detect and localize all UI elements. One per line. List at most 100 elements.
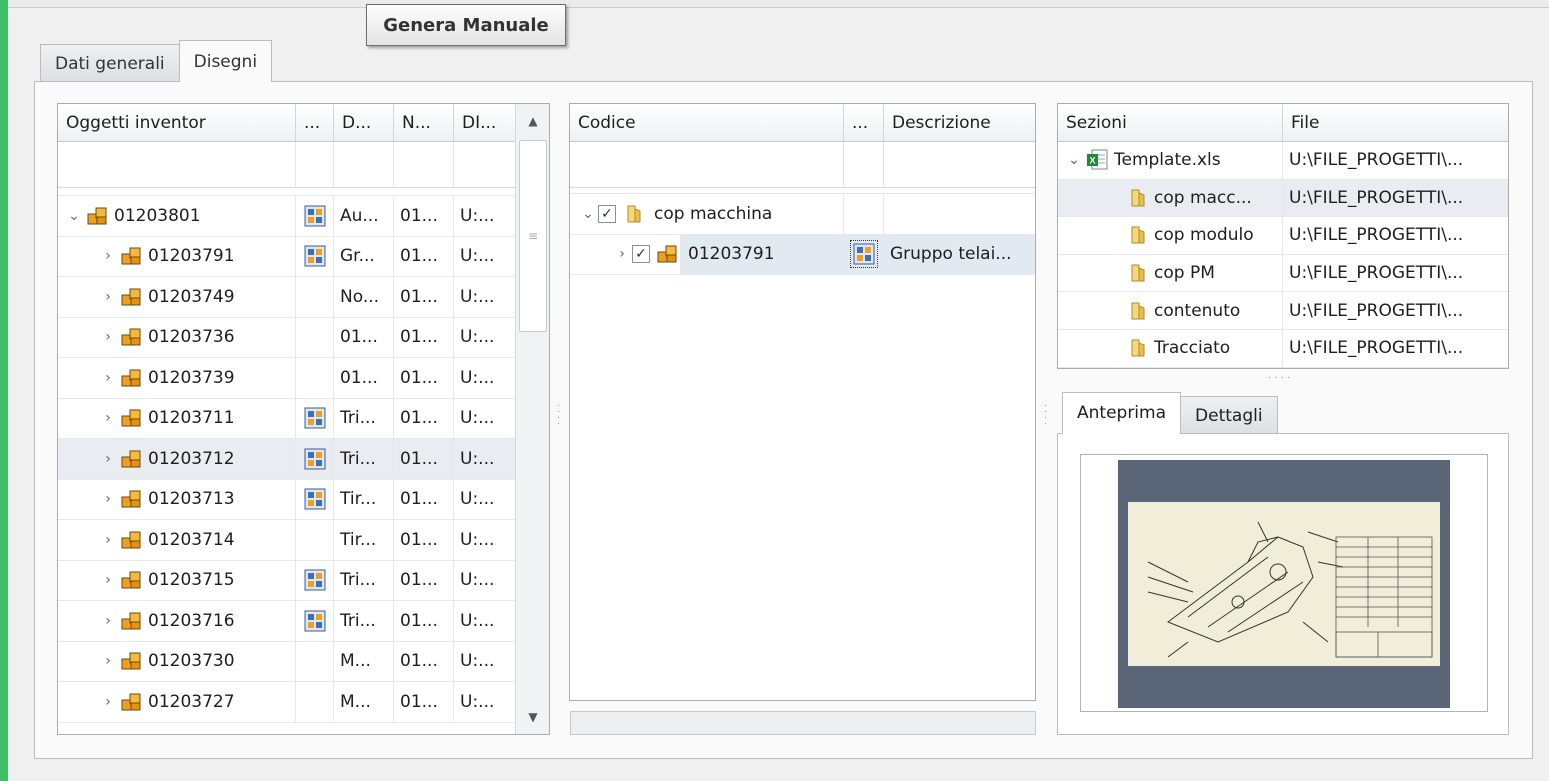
inventor-filter-row[interactable] xyxy=(58,142,517,188)
expand-chevron-icon[interactable]: › xyxy=(98,410,118,426)
table-row[interactable]: Tracciato U:\FILE_PROGETTI\... xyxy=(1058,329,1508,368)
tree-cell[interactable]: ⌄ 01203801 xyxy=(58,196,296,236)
tree-cell[interactable]: › 01203791 xyxy=(58,236,296,276)
col-di-short[interactable]: DI... xyxy=(454,104,517,141)
expand-chevron-icon[interactable]: › xyxy=(98,532,118,548)
inventor-grid-header: Oggetti inventor ... D... N... DI... xyxy=(58,104,517,142)
table-row[interactable]: ⌄ X Template.xls U:\FILE_PROGETTI\... xyxy=(1058,142,1508,180)
tree-cell[interactable]: › ✓ 01203791 xyxy=(570,234,844,274)
cell-d: No... xyxy=(334,277,394,317)
expand-chevron-icon[interactable]: › xyxy=(98,329,118,345)
splitter-right[interactable]: · · · · xyxy=(1044,402,1047,430)
table-row[interactable]: › 01203712 Tri... 01... U:... xyxy=(58,439,517,480)
tree-cell[interactable]: cop modulo xyxy=(1058,217,1283,254)
expand-chevron-icon[interactable]: › xyxy=(98,572,118,588)
tree-cell[interactable]: › 01203716 xyxy=(58,601,296,641)
tab-disegni[interactable]: Disegni xyxy=(178,40,273,82)
col-ellipsis[interactable]: ... xyxy=(296,104,334,141)
tree-cell[interactable]: › 01203715 xyxy=(58,560,296,600)
tab-dettagli[interactable]: Dettagli xyxy=(1180,396,1278,434)
table-row[interactable]: › 01203749 No... 01... U:... xyxy=(58,277,517,318)
table-row[interactable]: cop PM U:\FILE_PROGETTI\... xyxy=(1058,254,1508,293)
cell-di: U:... xyxy=(454,196,517,236)
tab-anteprima[interactable]: Anteprima xyxy=(1062,392,1182,434)
table-row[interactable]: › 01203730 M... 01... U:... xyxy=(58,641,517,682)
table-row[interactable]: › 01203714 Tir... 01... U:... xyxy=(58,520,517,561)
expand-chevron-icon[interactable]: ⌄ xyxy=(1064,152,1084,168)
tree-cell[interactable]: cop PM xyxy=(1058,254,1283,292)
inventor-vertical-scrollbar[interactable]: ▲ ≡ ▼ xyxy=(515,104,549,734)
expand-chevron-icon[interactable]: › xyxy=(612,246,632,262)
expand-chevron-icon[interactable]: › xyxy=(98,653,118,669)
tree-cell[interactable]: › 01203714 xyxy=(58,520,296,560)
table-row[interactable]: › 01203739 01... 01... U:... xyxy=(58,358,517,399)
col-codice-ellipsis[interactable]: ... xyxy=(844,104,884,141)
tree-cell[interactable]: › 01203749 xyxy=(58,277,296,317)
expand-chevron-icon[interactable]: › xyxy=(98,491,118,507)
tree-cell[interactable]: › 01203713 xyxy=(58,479,296,519)
splitter-horizontal[interactable]: · · · · xyxy=(1268,374,1290,384)
splitter-left[interactable]: · · · · xyxy=(557,402,560,430)
expand-chevron-icon[interactable]: › xyxy=(98,694,118,710)
codice-horizontal-scrollbar[interactable] xyxy=(570,711,1036,735)
drawing-icon xyxy=(302,486,328,512)
scroll-up-icon[interactable]: ▲ xyxy=(516,104,549,138)
expand-chevron-icon[interactable]: ⌄ xyxy=(578,206,598,222)
table-row[interactable]: contenuto U:\FILE_PROGETTI\... xyxy=(1058,292,1508,330)
table-row[interactable]: › 01203791 Gr... 01... U:... xyxy=(58,236,517,277)
assembly-icon xyxy=(84,203,110,229)
expand-chevron-icon[interactable]: › xyxy=(98,248,118,264)
row-checkbox[interactable]: ✓ xyxy=(632,245,650,264)
table-row[interactable]: ⌄ 01203801 Au... 01... U:... xyxy=(58,196,517,237)
tree-cell[interactable]: › 01203711 xyxy=(58,398,296,438)
table-row[interactable]: › 01203711 Tri... 01... U:... xyxy=(58,398,517,439)
object-code: 01203712 xyxy=(148,448,235,469)
assembly-icon xyxy=(118,324,144,350)
table-row[interactable]: › 01203713 Tir... 01... U:... xyxy=(58,479,517,520)
tree-cell[interactable]: › 01203727 xyxy=(58,682,296,722)
tab-dati-generali[interactable]: Dati generali xyxy=(40,44,180,82)
col-file[interactable]: File xyxy=(1283,104,1508,141)
tree-cell[interactable]: › 01203712 xyxy=(58,439,296,479)
row-checkbox[interactable]: ✓ xyxy=(598,204,616,223)
table-row[interactable]: › 01203727 M... 01... U:... xyxy=(58,682,517,723)
col-codice[interactable]: Codice xyxy=(570,104,844,141)
expand-chevron-icon[interactable]: › xyxy=(98,370,118,386)
table-row[interactable]: cop modulo U:\FILE_PROGETTI\... xyxy=(1058,217,1508,255)
tree-cell[interactable]: cop macc... xyxy=(1058,179,1283,217)
table-row[interactable]: ⌄ ✓ cop macchina xyxy=(570,194,1035,235)
expand-chevron-icon[interactable]: ⌄ xyxy=(64,208,84,224)
tree-cell[interactable]: contenuto xyxy=(1058,292,1283,329)
codice-filter-row[interactable] xyxy=(570,142,1035,188)
main-tabstrip: Dati generali Disegni xyxy=(40,40,273,82)
genera-manuale-tooltip: Genera Manuale xyxy=(366,4,566,46)
tree-cell[interactable]: ⌄ X Template.xls xyxy=(1058,142,1283,179)
tree-cell[interactable]: ⌄ ✓ cop macchina xyxy=(570,194,844,234)
object-code: 01203801 xyxy=(114,205,201,226)
col-sezioni[interactable]: Sezioni xyxy=(1058,104,1283,141)
drawing-icon xyxy=(302,243,328,269)
scroll-thumb[interactable]: ≡ xyxy=(519,140,547,332)
table-row[interactable]: › ✓ 01203791 Gruppo telai... xyxy=(570,234,1035,275)
expand-chevron-icon[interactable]: › xyxy=(98,613,118,629)
table-row[interactable]: cop macc... U:\FILE_PROGETTI\... xyxy=(1058,179,1508,218)
assembly-icon xyxy=(118,648,144,674)
tree-cell[interactable]: › 01203739 xyxy=(58,358,296,398)
table-row[interactable]: › 01203715 Tri... 01... U:... xyxy=(58,560,517,601)
col-nome-short[interactable]: N... xyxy=(394,104,454,141)
table-row[interactable]: › 01203736 01... 01... U:... xyxy=(58,317,517,358)
drawing-flag-cell xyxy=(296,560,334,600)
assembly-icon xyxy=(118,486,144,512)
cell-di: U:... xyxy=(454,601,517,641)
tree-cell[interactable]: › 01203736 xyxy=(58,317,296,357)
table-row[interactable]: › 01203716 Tri... 01... U:... xyxy=(58,601,517,642)
expand-chevron-icon[interactable]: › xyxy=(98,289,118,305)
tree-cell[interactable]: › 01203730 xyxy=(58,641,296,681)
col-descrizione[interactable]: Descrizione xyxy=(884,104,1035,141)
expand-chevron-icon[interactable]: › xyxy=(98,451,118,467)
cell-descrizione xyxy=(884,194,1035,234)
tree-cell[interactable]: Tracciato xyxy=(1058,329,1283,367)
col-oggetti-inventor[interactable]: Oggetti inventor xyxy=(58,104,296,141)
scroll-down-icon[interactable]: ▼ xyxy=(516,700,549,734)
col-descrizione-short[interactable]: D... xyxy=(334,104,394,141)
